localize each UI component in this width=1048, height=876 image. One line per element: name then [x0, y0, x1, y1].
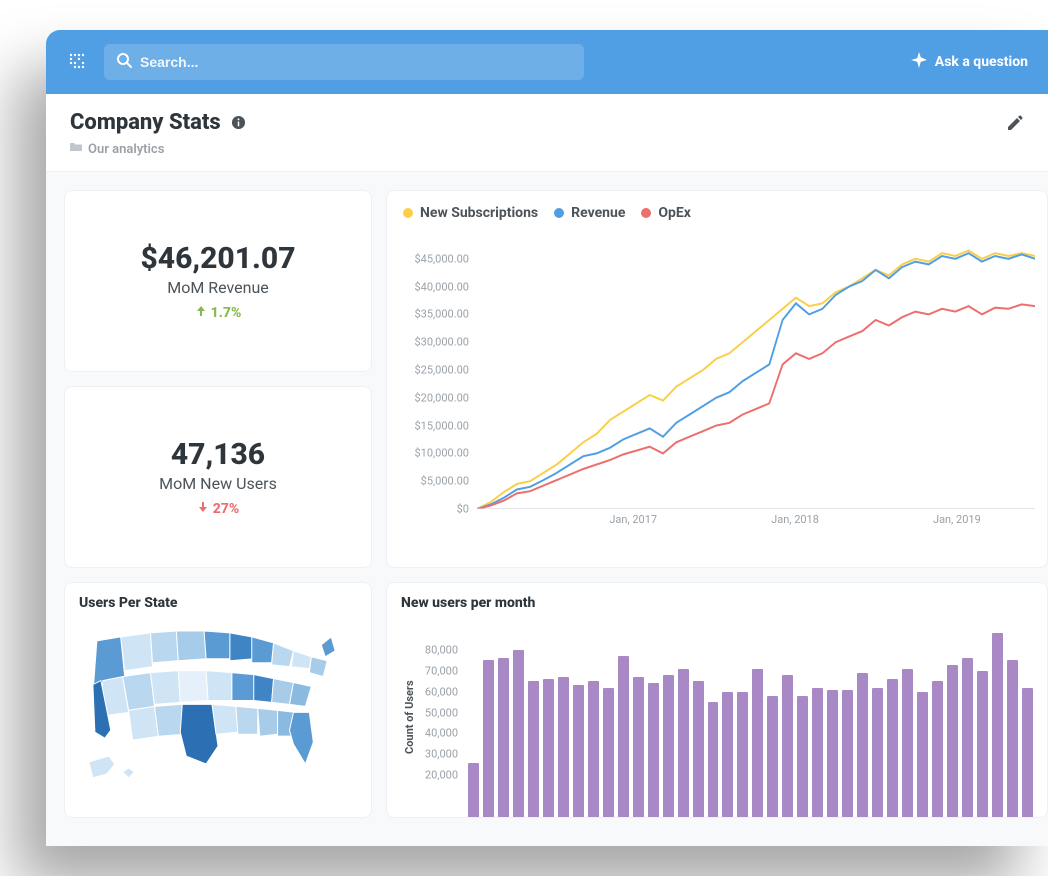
bar[interactable] [543, 679, 554, 817]
users-per-state-card[interactable]: Users Per State [64, 582, 372, 818]
bar[interactable] [947, 665, 958, 817]
kpi-revenue-change-value: 1.7% [211, 305, 242, 321]
kpi-revenue-value: $46,201.07 [140, 241, 295, 276]
bar[interactable] [962, 658, 973, 817]
plus-sparkle-icon [911, 52, 935, 72]
topbar: Ask a question [46, 30, 1048, 94]
bar[interactable] [633, 677, 644, 817]
bar[interactable] [827, 690, 838, 817]
bar[interactable] [618, 656, 629, 817]
bar[interactable] [483, 660, 494, 817]
bar[interactable] [513, 650, 524, 817]
bar[interactable] [693, 681, 704, 817]
line-chart-card[interactable]: New Subscriptions Revenue OpEx $0$5,000.… [386, 190, 1048, 568]
bar[interactable] [737, 692, 748, 817]
bar[interactable] [872, 688, 883, 818]
bar[interactable] [992, 633, 1003, 817]
legend-item[interactable]: OpEx [641, 205, 691, 221]
bar[interactable] [588, 681, 599, 817]
bar[interactable] [1007, 660, 1018, 817]
bar[interactable] [1022, 688, 1033, 818]
card-title: New users per month [401, 595, 1033, 611]
bar[interactable] [722, 692, 733, 817]
kpi-users-value: 47,136 [171, 437, 265, 472]
kpi-revenue-change: 1.7% [195, 305, 242, 321]
legend-dot-icon [403, 208, 413, 218]
bar[interactable] [857, 673, 868, 817]
search-icon [116, 52, 132, 72]
bar[interactable] [708, 702, 719, 817]
line-chart-legend: New Subscriptions Revenue OpEx [403, 205, 1035, 221]
legend-dot-icon [554, 208, 564, 218]
bar[interactable] [558, 677, 569, 817]
kpi-users-card[interactable]: 47,136 MoM New Users 27% [64, 386, 372, 568]
bar[interactable] [468, 763, 479, 817]
bar[interactable] [902, 669, 913, 817]
new-users-bar-card[interactable]: New users per month Count of Users 20,00… [386, 582, 1048, 818]
bar[interactable] [917, 692, 928, 817]
legend-item[interactable]: New Subscriptions [403, 205, 538, 221]
kpi-users-change-value: 27% [213, 501, 240, 517]
search-input[interactable] [140, 54, 572, 70]
card-title: Users Per State [79, 595, 357, 611]
search-input-container[interactable] [104, 44, 584, 80]
kpi-users-change: 27% [197, 501, 240, 517]
bar[interactable] [767, 696, 778, 817]
bar[interactable] [648, 683, 659, 817]
arrow-up-icon [195, 305, 211, 321]
kpi-users-label: MoM New Users [159, 474, 277, 493]
line-chart: $0$5,000.00$10,000.00$15,000.00$20,000.0… [399, 231, 1035, 531]
us-map [79, 623, 357, 792]
legend-label: Revenue [571, 205, 625, 221]
pencil-icon[interactable] [1006, 114, 1024, 132]
legend-item[interactable]: Revenue [554, 205, 625, 221]
bar-y-axis-label: Count of Users [401, 617, 418, 817]
breadcrumb-text: Our analytics [88, 142, 164, 157]
legend-label: OpEx [658, 205, 691, 221]
bar-chart: Count of Users 20,00030,00040,00050,0006… [401, 617, 1033, 817]
ask-question-label: Ask a question [935, 54, 1028, 70]
legend-label: New Subscriptions [420, 205, 538, 221]
bar[interactable] [678, 669, 689, 817]
bar[interactable] [603, 688, 614, 818]
bar[interactable] [498, 658, 509, 817]
arrow-down-icon [197, 501, 213, 517]
page-title: Company Stats [70, 110, 1006, 135]
breadcrumb[interactable]: Our analytics [70, 141, 1006, 157]
bar[interactable] [782, 675, 793, 817]
page-header: Company Stats Our analytics [46, 94, 1048, 172]
logo-icon[interactable] [66, 50, 90, 74]
kpi-revenue-label: MoM Revenue [167, 278, 269, 297]
folder-icon [70, 141, 88, 157]
ask-question-button[interactable]: Ask a question [911, 52, 1028, 72]
bar[interactable] [797, 696, 808, 817]
info-icon[interactable] [231, 115, 247, 131]
bar[interactable] [812, 688, 823, 818]
bar[interactable] [573, 685, 584, 817]
bar[interactable] [842, 690, 853, 817]
bar[interactable] [752, 669, 763, 817]
bar[interactable] [528, 681, 539, 817]
page-title-text: Company Stats [70, 110, 221, 135]
bar[interactable] [663, 675, 674, 817]
bar[interactable] [887, 679, 898, 817]
bar[interactable] [977, 671, 988, 817]
kpi-revenue-card[interactable]: $46,201.07 MoM Revenue 1.7% [64, 190, 372, 372]
bar[interactable] [932, 681, 943, 817]
legend-dot-icon [641, 208, 651, 218]
